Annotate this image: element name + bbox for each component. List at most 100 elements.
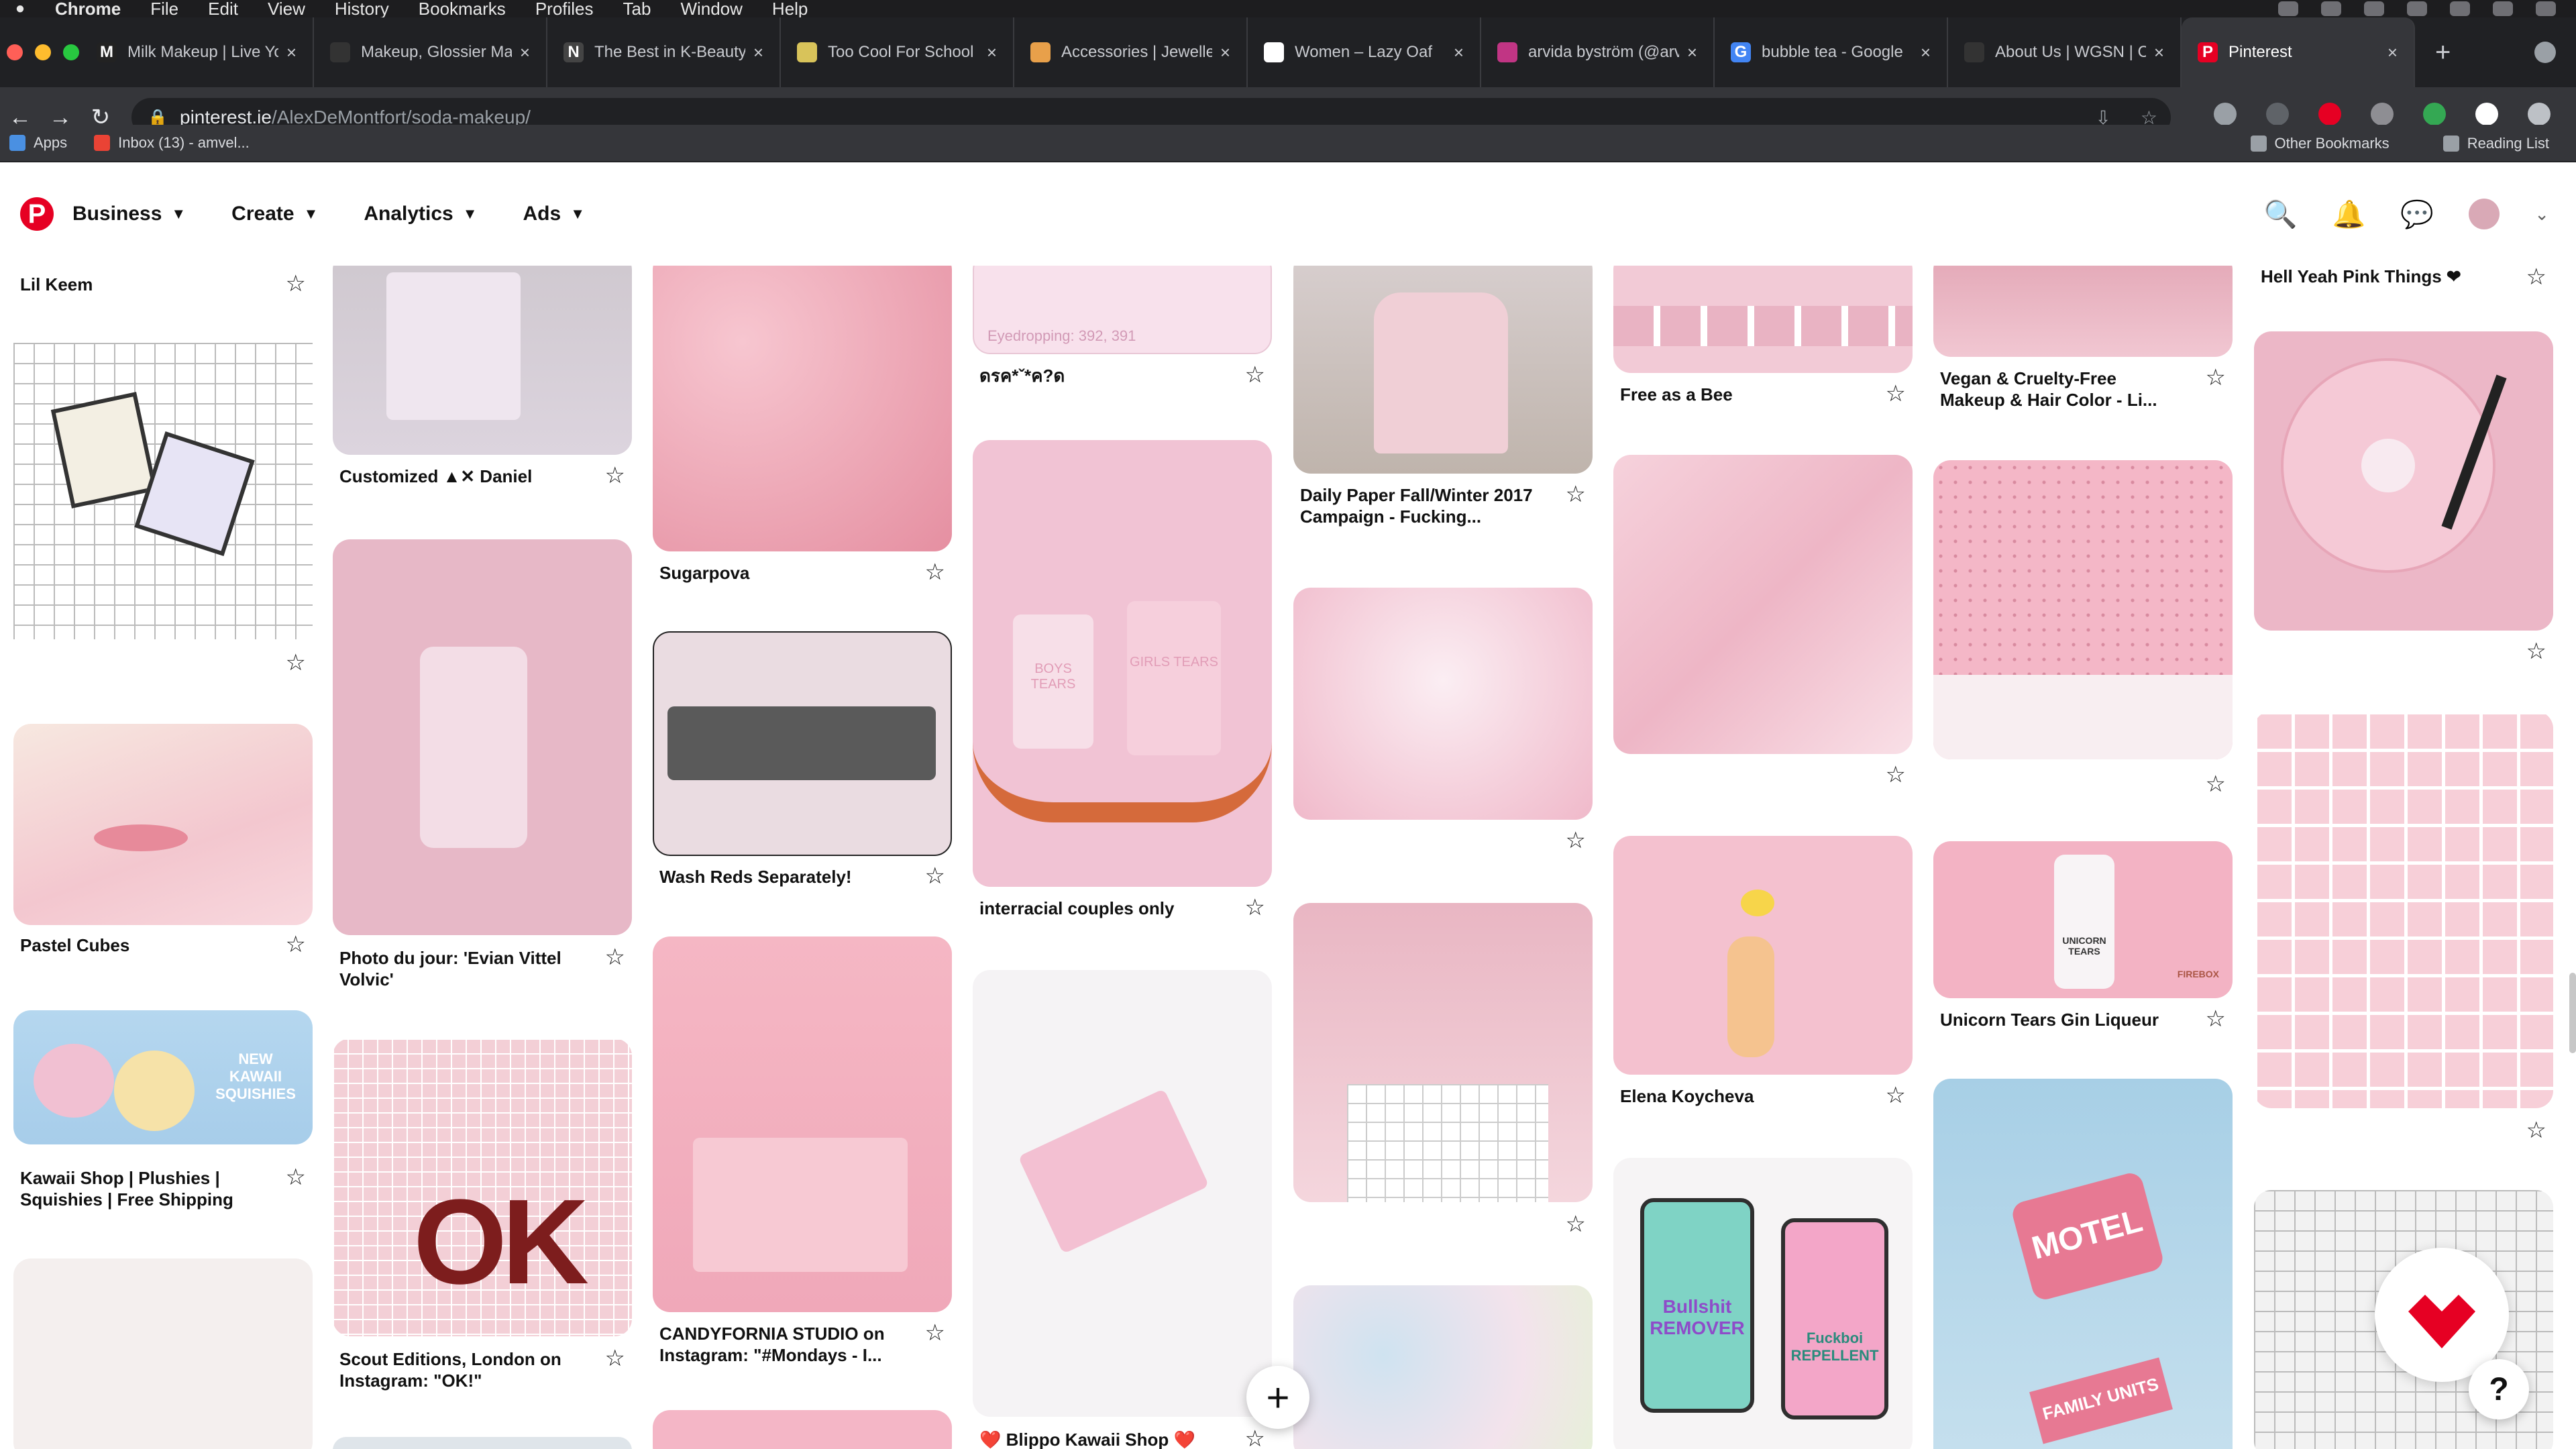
menu-create[interactable]: Create ▼ xyxy=(231,203,318,225)
close-window-button[interactable] xyxy=(7,44,23,60)
bookmark-apps[interactable]: Apps xyxy=(9,134,67,152)
eyedrop-label: Eyedropping: 392, 391 xyxy=(987,327,1136,344)
chevron-down-icon: ▼ xyxy=(462,205,478,222)
menu-history[interactable]: History xyxy=(320,0,404,17)
star-icon[interactable]: ☆ xyxy=(605,946,625,969)
status-icon[interactable] xyxy=(2278,1,2298,16)
menu-analytics[interactable]: Analytics ▼ xyxy=(364,203,477,225)
menu-help[interactable]: Help xyxy=(757,0,822,17)
menu-business[interactable]: Business ▼ xyxy=(72,203,186,225)
bookmark-inbox[interactable]: Inbox (13) - amvel... xyxy=(94,134,250,152)
close-tab-icon[interactable]: × xyxy=(1921,42,1931,63)
star-icon[interactable]: ☆ xyxy=(286,1166,306,1189)
close-tab-icon[interactable]: × xyxy=(1220,42,1230,63)
favicon-icon xyxy=(1497,42,1517,62)
extension-icon[interactable] xyxy=(2214,103,2237,125)
star-icon[interactable]: ☆ xyxy=(2526,266,2546,288)
star-icon[interactable]: ☆ xyxy=(286,651,306,674)
star-icon[interactable]: ☆ xyxy=(1245,1428,1265,1449)
status-icon[interactable] xyxy=(2364,1,2384,16)
extension-icon[interactable] xyxy=(2423,103,2446,125)
menu-window[interactable]: Window xyxy=(665,0,757,17)
star-icon[interactable]: ☆ xyxy=(925,865,945,888)
star-icon[interactable]: ☆ xyxy=(925,1322,945,1344)
menu-view[interactable]: View xyxy=(253,0,320,17)
star-icon[interactable]: ☆ xyxy=(605,464,625,487)
apps-icon xyxy=(9,135,25,151)
tab-2[interactable]: N The Best in K-Beauty × xyxy=(547,17,781,87)
star-icon[interactable]: ☆ xyxy=(1886,1084,1906,1107)
menu-edit[interactable]: Edit xyxy=(193,0,253,17)
menu-profiles[interactable]: Profiles xyxy=(521,0,608,17)
star-icon[interactable]: ☆ xyxy=(1245,364,1265,386)
star-icon[interactable]: ☆ xyxy=(1245,896,1265,919)
tab-5[interactable]: Women – Lazy Oaf × xyxy=(1248,17,1481,87)
puzzle-icon[interactable] xyxy=(2528,103,2551,125)
search-icon[interactable]: 🔍 xyxy=(2264,199,2298,230)
volume-icon[interactable] xyxy=(2450,1,2470,16)
wifi-icon[interactable] xyxy=(2407,1,2427,16)
tab-strip: M Milk Makeup | Live Yo × Makeup, Glossier … xyxy=(0,17,2576,87)
tab-0[interactable]: M Milk Makeup | Live Yo × xyxy=(80,17,314,87)
star-icon[interactable]: ☆ xyxy=(1566,483,1586,506)
menu-ads[interactable]: Ads ▼ xyxy=(523,203,585,225)
star-icon[interactable]: ☆ xyxy=(2526,640,2546,663)
star-icon[interactable]: ☆ xyxy=(605,1347,625,1370)
star-icon[interactable]: ☆ xyxy=(1566,829,1586,852)
notifications-icon[interactable]: 🔔 xyxy=(2332,199,2366,230)
close-tab-icon[interactable]: × xyxy=(753,42,763,63)
close-tab-icon[interactable]: × xyxy=(2154,42,2164,63)
star-icon[interactable]: ☆ xyxy=(925,561,945,584)
bookmark-other[interactable]: Other Bookmarks xyxy=(2250,135,2390,152)
tab-6[interactable]: arvida byström (@arv × xyxy=(1481,17,1715,87)
close-tab-icon[interactable]: × xyxy=(520,42,530,63)
pin[interactable]: Lil Keem ☆ xyxy=(13,266,313,319)
star-icon[interactable]: ☆ xyxy=(1886,763,1906,786)
star-icon[interactable]: ☆ xyxy=(286,933,306,956)
close-tab-icon[interactable]: × xyxy=(987,42,997,63)
menu-bookmarks[interactable]: Bookmarks xyxy=(404,0,521,17)
tab-9[interactable]: P Pinterest × xyxy=(2182,17,2415,87)
clock-icon[interactable] xyxy=(2493,1,2513,16)
pinterest-extension-icon[interactable] xyxy=(2318,103,2341,125)
tab-8[interactable]: About Us | WGSN | C × xyxy=(1948,17,2182,87)
star-icon[interactable]: ☆ xyxy=(2206,1008,2226,1030)
tab-7[interactable]: Gbubble tea - Google × xyxy=(1715,17,1948,87)
star-icon[interactable]: ☆ xyxy=(2206,366,2226,389)
star-icon[interactable]: ☆ xyxy=(1886,382,1906,405)
tab-3[interactable]: Too Cool For School × xyxy=(781,17,1014,87)
add-pin-button[interactable]: + xyxy=(1246,1366,1309,1429)
extension-icon[interactable] xyxy=(2475,103,2498,125)
extension-icon[interactable] xyxy=(2371,103,2394,125)
star-icon[interactable]: ☆ xyxy=(2526,1119,2546,1142)
search-icon[interactable] xyxy=(2536,1,2556,16)
star-icon[interactable]: ☆ xyxy=(2206,773,2226,796)
status-icon[interactable] xyxy=(2321,1,2341,16)
star-icon[interactable]: ☆ xyxy=(286,272,306,295)
minimize-window-button[interactable] xyxy=(35,44,51,60)
menu-file[interactable]: File xyxy=(136,0,193,17)
maximize-window-button[interactable] xyxy=(63,44,79,60)
messages-icon[interactable]: 💬 xyxy=(2400,199,2434,230)
extension-icon[interactable] xyxy=(2266,103,2289,125)
chevron-down-icon[interactable]: ⌄ xyxy=(2534,204,2549,225)
star-icon[interactable]: ☆ xyxy=(1566,1213,1586,1236)
menu-chrome[interactable]: Chrome xyxy=(40,0,136,17)
washing-machines-image xyxy=(667,706,936,780)
help-button[interactable]: ? xyxy=(2469,1359,2529,1419)
close-tab-icon[interactable]: × xyxy=(286,42,297,63)
tab-1[interactable]: Makeup, Glossier Mal × xyxy=(314,17,547,87)
scrollbar[interactable] xyxy=(2569,973,2576,1053)
apple-icon[interactable]: ● xyxy=(0,0,40,18)
close-tab-icon[interactable]: × xyxy=(1687,42,1697,63)
lock-icon[interactable]: 🔒 xyxy=(148,108,168,127)
close-tab-icon[interactable]: × xyxy=(1454,42,1464,63)
bookmark-reading-list[interactable]: Reading List xyxy=(2443,135,2549,152)
pinterest-logo[interactable]: P xyxy=(20,197,54,231)
tab-4[interactable]: Accessories | Jewelle × xyxy=(1014,17,1248,87)
tab-search-button[interactable] xyxy=(2534,42,2556,63)
close-tab-icon[interactable]: × xyxy=(2387,42,2398,63)
new-tab-button[interactable]: + xyxy=(2435,17,2451,87)
menu-tab[interactable]: Tab xyxy=(608,0,666,17)
avatar[interactable] xyxy=(2469,199,2500,229)
